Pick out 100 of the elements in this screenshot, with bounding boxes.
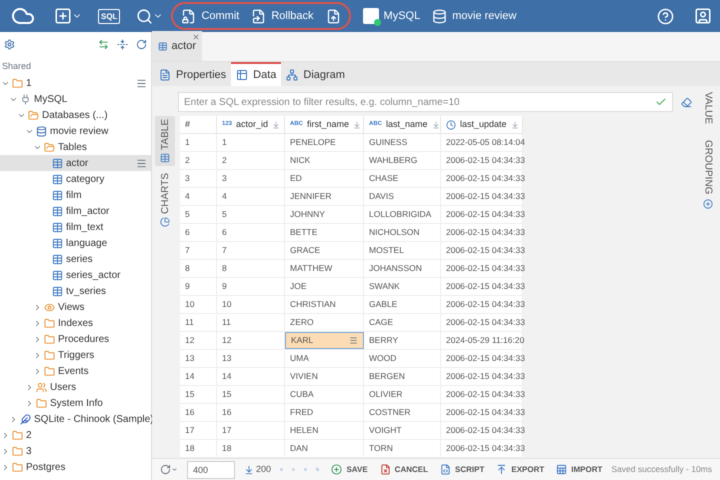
tree-item[interactable]: film_actor xyxy=(0,203,151,219)
tree-item[interactable]: 3 xyxy=(0,443,151,459)
collapse-icon[interactable] xyxy=(117,38,128,50)
table-cell: DAN xyxy=(285,440,364,457)
apply-icon[interactable] xyxy=(655,96,667,108)
sub-tab[interactable]: Diagram xyxy=(281,62,350,86)
tree-item[interactable]: Tables xyxy=(0,139,151,155)
table-cell: VIVIEN xyxy=(285,368,364,385)
table-cell: 18 xyxy=(180,440,217,457)
menu-icon[interactable] xyxy=(136,78,147,88)
chevron-right-icon[interactable] xyxy=(1,430,10,440)
tree-label: film xyxy=(66,188,82,202)
tree-item[interactable]: Procedures xyxy=(0,331,151,347)
fetch-rows-button[interactable]: 200 xyxy=(244,462,272,476)
chevron-right-icon[interactable] xyxy=(1,446,10,456)
eraser-icon[interactable] xyxy=(681,96,692,108)
menu-icon[interactable] xyxy=(136,158,147,168)
tree-item[interactable]: Databases (...) xyxy=(0,107,151,123)
tree-item[interactable]: tv_series xyxy=(0,283,151,299)
table-cell: NICK xyxy=(285,152,364,169)
panel-tab[interactable]: GROUPING xyxy=(700,140,716,209)
tree-item[interactable]: category xyxy=(0,171,151,187)
fetch-size-field[interactable]: 400 xyxy=(187,460,235,478)
chevron-right-icon[interactable] xyxy=(33,350,42,360)
user-icon[interactable] xyxy=(694,7,712,25)
tree-item[interactable]: language xyxy=(0,235,151,251)
sort-icon[interactable] xyxy=(432,120,440,128)
tree-label: series_actor xyxy=(66,268,120,282)
tree-item[interactable]: movie review xyxy=(0,123,151,139)
menu-icon[interactable] xyxy=(349,336,358,345)
column-header[interactable]: # xyxy=(180,116,217,133)
tree-item[interactable]: series xyxy=(0,251,151,267)
tree-item[interactable]: System Info xyxy=(0,395,151,411)
table-cell: 17 xyxy=(217,422,285,439)
tree-item[interactable]: 1 xyxy=(0,75,151,91)
tree-label: MySQL xyxy=(34,92,68,106)
link-icon[interactable] xyxy=(98,38,109,50)
panel-tab[interactable]: TABLE xyxy=(155,116,175,166)
chevron-right-icon[interactable] xyxy=(33,318,42,328)
sub-tab[interactable]: Data xyxy=(231,62,282,86)
toolbar-button[interactable]: Commit xyxy=(181,8,240,24)
table-cell: 2006-02-15 04:34:33 xyxy=(441,386,523,403)
new-button[interactable] xyxy=(54,7,82,25)
tree-item[interactable]: Views xyxy=(0,299,151,315)
table-cell: PENELOPE xyxy=(285,134,364,151)
action-button[interactable]: EXPORT xyxy=(496,464,544,476)
action-button[interactable]: CANCEL xyxy=(380,464,428,476)
refresh-button[interactable] xyxy=(160,464,178,475)
action-button[interactable]: SCRIPT xyxy=(440,464,484,476)
chevron-right-icon[interactable] xyxy=(25,382,34,392)
tree-item[interactable]: Indexes xyxy=(0,315,151,331)
sql-editor-button[interactable]: SQL xyxy=(98,8,120,24)
chevron-right-icon[interactable] xyxy=(33,302,42,312)
clock-icon xyxy=(446,120,456,130)
sub-tab[interactable]: Properties xyxy=(154,62,232,86)
panel-tab[interactable]: VALUE xyxy=(700,92,716,124)
table-cell: WAHLBERG xyxy=(364,152,441,169)
toolbar-button[interactable]: Rollback xyxy=(251,8,314,24)
mode-button[interactable] xyxy=(326,8,341,24)
tree-item[interactable]: MySQL xyxy=(0,91,151,107)
tree-item[interactable]: film_text xyxy=(0,219,151,235)
tree-item[interactable]: actor xyxy=(0,155,151,171)
status-text: Saved successfully - 10ms xyxy=(611,463,712,476)
settings-icon[interactable] xyxy=(4,38,15,50)
tree-item[interactable]: Triggers xyxy=(0,347,151,363)
table-cell: 11 xyxy=(217,314,285,331)
table-cell: 15 xyxy=(217,386,285,403)
search-button[interactable] xyxy=(136,8,164,24)
action-button[interactable]: IMPORT xyxy=(556,464,602,476)
table-cell: 12 xyxy=(180,332,217,349)
database-button[interactable]: movie review xyxy=(432,8,516,24)
sort-icon[interactable] xyxy=(510,120,519,128)
tree-item[interactable]: film xyxy=(0,187,151,203)
help-icon[interactable] xyxy=(657,8,674,24)
table-cell: 1 xyxy=(217,134,285,151)
chevron-right-icon[interactable] xyxy=(33,366,42,376)
action-button[interactable]: SAVE xyxy=(331,464,368,476)
editor-tab[interactable]: actor xyxy=(152,31,202,61)
chevron-right-icon[interactable] xyxy=(25,398,34,408)
chevron-right-icon[interactable] xyxy=(1,462,10,472)
connection-button[interactable]: MySQL xyxy=(362,8,420,24)
tree-item[interactable]: SQLite - Chinook (Sample) xyxy=(0,411,151,427)
filter-field[interactable]: Enter a SQL expression to filter results, e.g. column_name=10 xyxy=(178,92,673,112)
table-cell: 5 xyxy=(217,206,285,223)
tree-item[interactable]: Postgres xyxy=(0,459,151,475)
refresh-icon[interactable] xyxy=(136,38,147,50)
sort-icon[interactable] xyxy=(272,120,280,128)
tree-item[interactable]: Events xyxy=(0,363,151,379)
table-cell: 2006-02-15 04:34:33 xyxy=(441,422,523,439)
filter-input[interactable]: Enter a SQL expression to filter results, e.g. column_name=10 xyxy=(184,94,655,110)
column-header[interactable]: last_update xyxy=(441,116,523,133)
sort-icon[interactable] xyxy=(353,120,362,128)
tree-item[interactable]: Users xyxy=(0,379,151,395)
panel-tab[interactable]: CHARTS xyxy=(155,170,175,230)
chevron-right-icon[interactable] xyxy=(33,334,42,344)
tree-item[interactable]: 2 xyxy=(0,427,151,443)
close-icon[interactable] xyxy=(192,33,200,41)
chevron-right-icon[interactable] xyxy=(9,414,18,424)
tree-label: Tables xyxy=(58,140,87,154)
tree-item[interactable]: series_actor xyxy=(0,267,151,283)
